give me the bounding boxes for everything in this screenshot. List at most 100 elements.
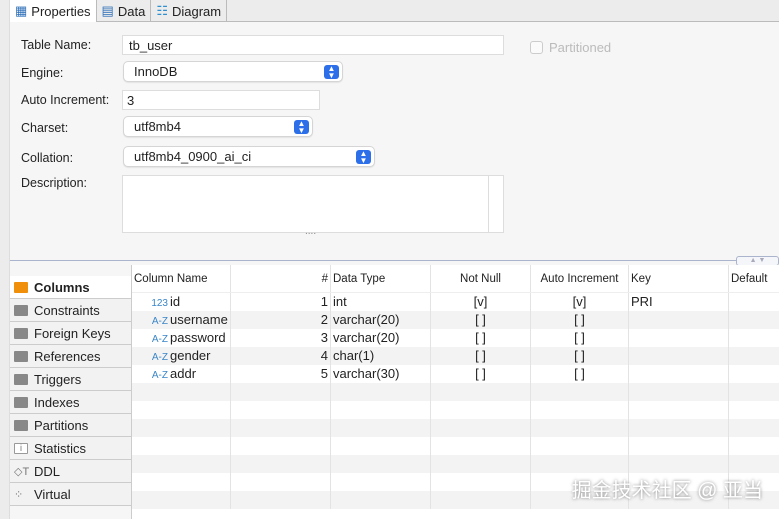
folder-icon (14, 396, 28, 408)
number-cell: 5 (231, 365, 331, 383)
not-null-cell[interactable]: [ ] (431, 329, 531, 347)
side-tab-foreign-keys[interactable]: Foreign Keys (10, 322, 131, 345)
auto-increment-cell[interactable]: [v] (531, 293, 629, 311)
type-icon: 123 (151, 298, 168, 309)
table-name-input[interactable]: tb_user (122, 35, 504, 55)
type-icon: A-Z (151, 316, 168, 327)
empty-row (132, 401, 779, 419)
not-null-cell[interactable]: [ ] (431, 311, 531, 329)
watermark: 掘金技术社区 @ 亚当 (571, 480, 763, 502)
key-cell[interactable] (629, 311, 729, 329)
column-name-cell[interactable]: A-Z gender (132, 347, 231, 365)
table-row[interactable]: A-Z username 2 varchar(20) [ ] [ ] (132, 311, 779, 329)
column-name-cell[interactable]: A-Z username (132, 311, 231, 329)
chevron-updown-icon: ▲ ▼ (294, 120, 309, 135)
constraints-icon (14, 304, 28, 316)
side-tab-columns[interactable]: Columns (10, 276, 131, 299)
editor-tabs: ▦ Properties ▤ Data ☷ Diagram (10, 0, 779, 22)
number-cell: 2 (231, 311, 331, 329)
chevron-updown-icon: ▲ ▼ (356, 150, 371, 165)
partitioned-checkbox[interactable]: Partitioned (530, 40, 611, 55)
table-icon: ▦ (15, 3, 28, 18)
not-null-cell[interactable]: [v] (431, 293, 531, 311)
side-tab-virtual[interactable]: ⁘ Virtual (10, 483, 131, 506)
ddl-icon: ◇T (14, 465, 30, 478)
header-key[interactable]: Key (629, 265, 729, 292)
key-cell[interactable] (629, 347, 729, 365)
charset-select[interactable]: utf8mb4 ▲ ▼ (123, 116, 313, 137)
auto-increment-cell[interactable]: [ ] (531, 311, 629, 329)
columns-icon (14, 281, 28, 293)
data-type-cell[interactable]: varchar(20) (331, 329, 431, 347)
key-cell[interactable] (629, 329, 729, 347)
default-cell[interactable] (729, 329, 779, 347)
data-type-cell[interactable]: varchar(30) (331, 365, 431, 383)
tab-diagram[interactable]: ☷ Diagram (151, 0, 228, 22)
side-tab-partitions[interactable]: Partitions (10, 414, 131, 437)
textarea-scrollbar[interactable] (488, 176, 489, 232)
folder-icon (14, 373, 28, 385)
type-icon: A-Z (151, 352, 168, 363)
side-tab-triggers[interactable]: Triggers (10, 368, 131, 391)
table-header: Column Name # Data Type Not Null Auto In… (132, 265, 779, 293)
auto-increment-input[interactable]: 3 (122, 90, 320, 110)
header-number[interactable]: # (231, 265, 331, 292)
collation-label: Collation: (21, 151, 74, 165)
header-column-name[interactable]: Column Name (132, 265, 231, 292)
key-cell[interactable] (629, 365, 729, 383)
tab-data[interactable]: ▤ Data (97, 0, 152, 22)
empty-row (132, 437, 779, 455)
default-cell[interactable] (729, 365, 779, 383)
chevron-updown-icon: ▲ ▼ (324, 65, 339, 80)
column-name-cell[interactable]: 123 id (132, 293, 231, 311)
data-type-cell[interactable]: char(1) (331, 347, 431, 365)
table-name-label: Table Name: (21, 38, 92, 52)
data-type-cell[interactable]: int (331, 293, 431, 311)
data-icon: ▤ (101, 3, 114, 18)
tab-properties[interactable]: ▦ Properties (10, 0, 97, 22)
default-cell[interactable] (729, 293, 779, 311)
default-cell[interactable] (729, 311, 779, 329)
not-null-cell[interactable]: [ ] (431, 347, 531, 365)
auto-increment-cell[interactable]: [ ] (531, 347, 629, 365)
table-row[interactable]: A-Z password 3 varchar(20) [ ] [ ] (132, 329, 779, 347)
number-cell: 3 (231, 329, 331, 347)
header-data-type[interactable]: Data Type (331, 265, 431, 292)
split-divider[interactable] (10, 260, 779, 261)
column-name-cell[interactable]: A-Z password (132, 329, 231, 347)
header-default[interactable]: Default (729, 265, 779, 292)
data-type-cell[interactable]: varchar(20) (331, 311, 431, 329)
not-null-cell[interactable]: [ ] (431, 365, 531, 383)
folder-icon (14, 419, 28, 431)
number-cell: 4 (231, 347, 331, 365)
table-row[interactable]: 123 id 1 int [v] [v] PRI (132, 293, 779, 311)
number-cell: 1 (231, 293, 331, 311)
table-row[interactable]: A-Z addr 5 varchar(30) [ ] [ ] (132, 365, 779, 383)
side-tab-references[interactable]: References (10, 345, 131, 368)
key-cell[interactable]: PRI (629, 293, 729, 311)
collation-select[interactable]: utf8mb4_0900_ai_ci ▲ ▼ (123, 146, 375, 167)
section-tabs: Columns Constraints Foreign Keys Referen… (10, 276, 131, 506)
header-auto-increment[interactable]: Auto Increment (531, 265, 629, 292)
checkbox-icon (530, 41, 543, 54)
side-tab-ddl[interactable]: ◇T DDL (10, 460, 131, 483)
table-row[interactable]: A-Z gender 4 char(1) [ ] [ ] (132, 347, 779, 365)
info-icon: i (14, 442, 28, 454)
auto-increment-cell[interactable]: [ ] (531, 329, 629, 347)
empty-row (132, 419, 779, 437)
empty-row (132, 383, 779, 401)
side-tab-indexes[interactable]: Indexes (10, 391, 131, 414)
header-not-null[interactable]: Not Null (431, 265, 531, 292)
column-name-cell[interactable]: A-Z addr (132, 365, 231, 383)
side-tab-constraints[interactable]: Constraints (10, 299, 131, 322)
side-tab-statistics[interactable]: i Statistics (10, 437, 131, 460)
left-edge (0, 0, 10, 519)
default-cell[interactable] (729, 347, 779, 365)
type-icon: A-Z (151, 334, 168, 345)
resize-handle[interactable]: .... (305, 226, 316, 237)
auto-increment-cell[interactable]: [ ] (531, 365, 629, 383)
type-icon: A-Z (151, 370, 168, 381)
description-label: Description: (21, 176, 87, 190)
engine-select[interactable]: InnoDB ▲ ▼ (123, 61, 343, 82)
description-textarea[interactable] (122, 175, 504, 233)
